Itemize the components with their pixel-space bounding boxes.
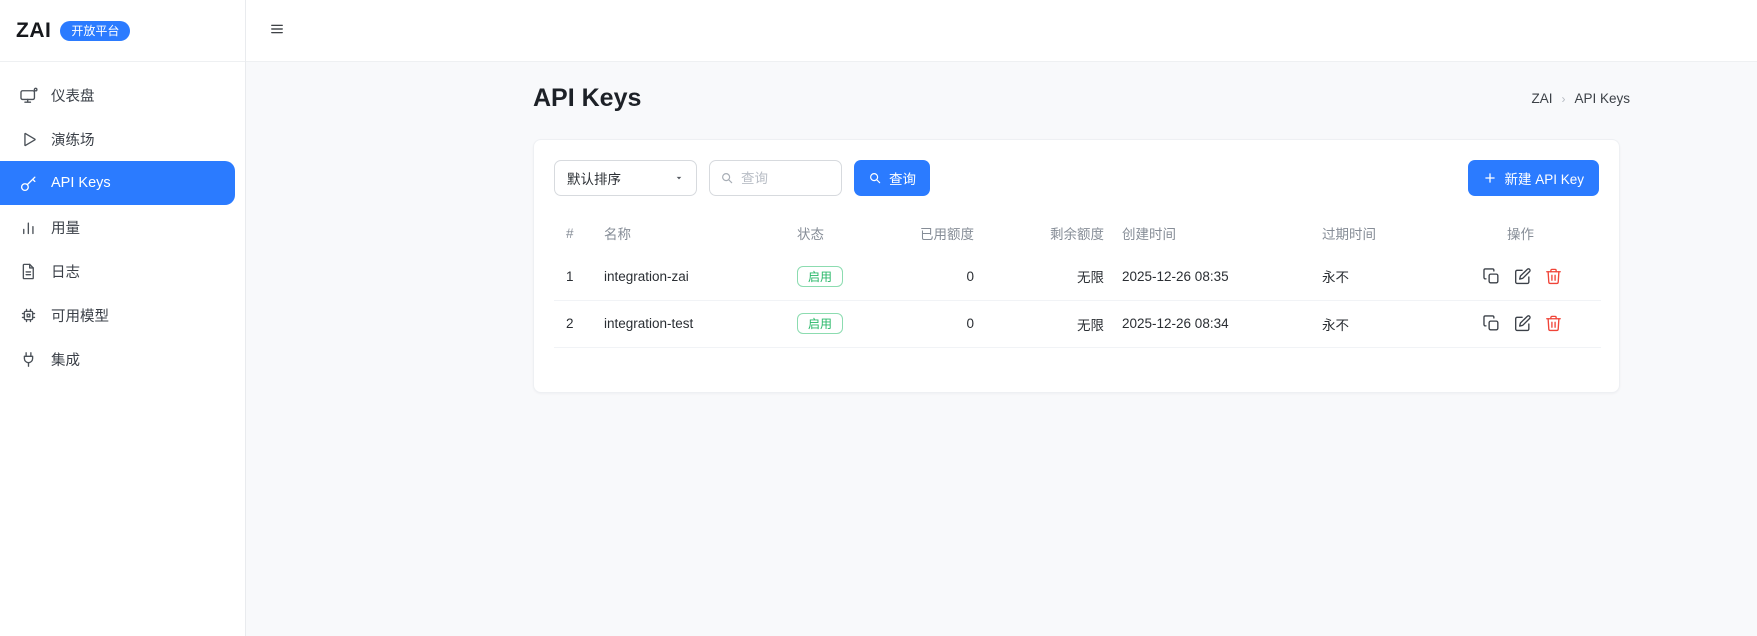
sidebar-nav: 仪表盘 演练场 API Keys 用量 日志 可用模型 集成 [0, 62, 245, 381]
table-header-row: # 名称 状态 已用额度 剩余额度 创建时间 过期时间 操作 [554, 213, 1601, 253]
create-api-key-button[interactable]: 新建 API Key [1468, 160, 1599, 196]
expire-time: 永不 [1319, 253, 1474, 301]
column-header: 已用额度 [920, 227, 974, 242]
column-header: 创建时间 [1122, 227, 1176, 242]
search-button[interactable]: 查询 [854, 160, 930, 196]
column-header: 剩余额度 [1050, 227, 1104, 242]
search-icon [720, 171, 734, 185]
sidebar-item-playground[interactable]: 演练场 [0, 117, 235, 161]
edit-button[interactable] [1513, 314, 1532, 333]
trash-icon [1544, 314, 1563, 333]
sidebar-item-label: 日志 [51, 264, 80, 281]
search-box [709, 160, 842, 196]
sidebar-item-api-keys[interactable]: API Keys [0, 161, 235, 205]
created-time: 2025-12-26 08:35 [1109, 253, 1319, 301]
topbar [246, 0, 1757, 62]
api-keys-card: 默认排序 查询 新建 API Key #名称状态已用额度剩余额度创建时间过期时 [533, 139, 1620, 393]
remaining-quota: 无限 [979, 300, 1109, 348]
play-icon [19, 130, 38, 149]
column-header: 过期时间 [1322, 227, 1376, 242]
search-icon [868, 171, 882, 185]
status-badge: 启用 [797, 313, 844, 334]
sidebar-item-dashboard[interactable]: 仪表盘 [0, 73, 235, 117]
main-content: API Keys ZAI › API Keys 默认排序 查询 查询 新建 AP… [246, 62, 1757, 636]
table-row: 2 integration-test 启用 0 无限 2025-12-26 08… [554, 300, 1601, 348]
sidebar-item-label: 仪表盘 [51, 88, 95, 105]
breadcrumb-item: API Keys [1574, 91, 1630, 106]
copy-icon [1482, 314, 1501, 333]
page-title: API Keys [533, 84, 642, 112]
sidebar-item-integration[interactable]: 集成 [0, 337, 235, 381]
edit-icon [1513, 267, 1532, 286]
document-icon [19, 262, 38, 281]
used-quota: 0 [909, 300, 979, 348]
sidebar-item-logs[interactable]: 日志 [0, 249, 235, 293]
breadcrumb-separator-icon: › [1561, 91, 1566, 106]
sort-select[interactable]: 默认排序 [554, 160, 697, 196]
copy-icon [1482, 267, 1501, 286]
chip-icon [19, 306, 38, 325]
sort-select-value: 默认排序 [567, 172, 621, 187]
bar-chart-icon [19, 218, 38, 237]
sidebar-item-label: 用量 [51, 220, 80, 237]
delete-button[interactable] [1544, 314, 1563, 333]
breadcrumb-item[interactable]: ZAI [1531, 91, 1552, 106]
created-time: 2025-12-26 08:34 [1109, 300, 1319, 348]
plus-icon [1483, 171, 1497, 185]
column-header: 状态 [797, 227, 824, 242]
expire-time: 永不 [1319, 300, 1474, 348]
search-input[interactable] [741, 170, 831, 186]
sidebar-item-label: 演练场 [51, 132, 95, 149]
chevron-down-icon [674, 173, 684, 183]
column-header: 名称 [604, 227, 631, 242]
breadcrumb: ZAI › API Keys [1531, 91, 1630, 106]
sidebar-item-label: 可用模型 [51, 308, 109, 325]
plug-icon [19, 350, 38, 369]
sidebar: ZAI 开放平台 仪表盘 演练场 API Keys 用量 日志 可用模型 集成 [0, 0, 246, 636]
delete-button[interactable] [1544, 267, 1563, 286]
sidebar-item-label: API Keys [51, 175, 111, 191]
sidebar-item-usage[interactable]: 用量 [0, 205, 235, 249]
used-quota: 0 [909, 253, 979, 301]
api-keys-table: # 名称 状态 已用额度 剩余额度 创建时间 过期时间 操作 1 integration-za… [554, 213, 1601, 348]
menu-toggle-button[interactable] [265, 19, 289, 43]
column-header: 操作 [1507, 227, 1534, 242]
row-index: 1 [554, 253, 592, 301]
row-index: 2 [554, 300, 592, 348]
key-name: integration-zai [592, 253, 794, 301]
trash-icon [1544, 267, 1563, 286]
copy-button[interactable] [1482, 267, 1501, 286]
brand-logo: ZAI [16, 18, 52, 42]
sidebar-item-models[interactable]: 可用模型 [0, 293, 235, 337]
brand: ZAI 开放平台 [0, 0, 245, 62]
table-row: 1 integration-zai 启用 0 无限 2025-12-26 08:… [554, 253, 1601, 301]
row-actions [1474, 314, 1601, 333]
remaining-quota: 无限 [979, 253, 1109, 301]
toolbar: 默认排序 查询 新建 API Key [554, 160, 1599, 196]
sidebar-item-label: 集成 [51, 352, 80, 369]
key-name: integration-test [592, 300, 794, 348]
hamburger-icon [269, 21, 285, 40]
row-actions [1474, 267, 1601, 286]
dashboard-icon [19, 86, 38, 105]
edit-button[interactable] [1513, 267, 1532, 286]
copy-button[interactable] [1482, 314, 1501, 333]
brand-badge: 开放平台 [60, 20, 131, 41]
column-header: # [566, 225, 574, 241]
key-icon [19, 174, 38, 193]
status-badge: 启用 [797, 265, 844, 287]
edit-icon [1513, 314, 1532, 333]
